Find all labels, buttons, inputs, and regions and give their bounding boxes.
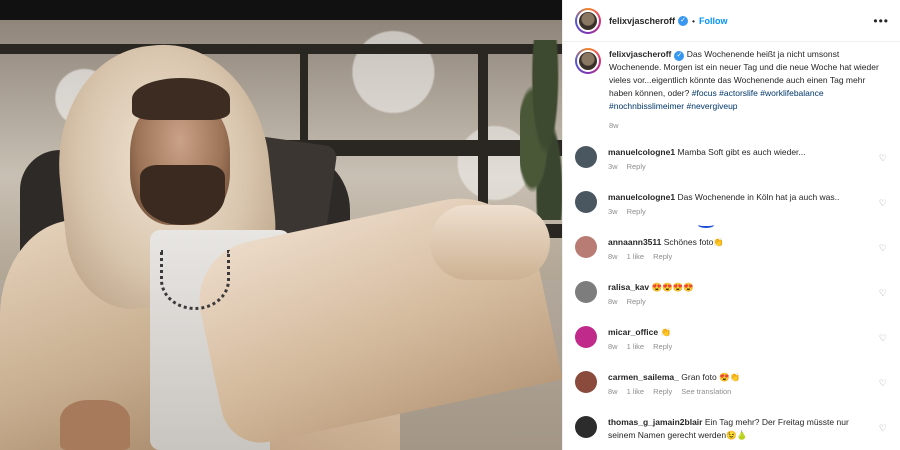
see-translation-button[interactable]: See translation bbox=[681, 387, 731, 396]
commenter-avatar[interactable] bbox=[575, 281, 597, 303]
post-header: felixvjascheroff ✓ • Follow ••• bbox=[563, 0, 900, 42]
hand-with-bracelet bbox=[60, 400, 130, 450]
like-heart-icon[interactable]: ♡ bbox=[879, 333, 887, 344]
like-heart-icon[interactable]: ♡ bbox=[879, 423, 887, 434]
comment-item: thomas_g_jamain2blair Ein Tag mehr? Der … bbox=[575, 416, 893, 442]
comment-age: 8w bbox=[608, 387, 618, 396]
commenter-username[interactable]: carmen_sailema_ bbox=[608, 372, 679, 382]
reply-button[interactable]: Reply bbox=[653, 342, 672, 351]
comment-item: ralisa_kav 😍😍😍😍 8w Reply ♡ bbox=[575, 281, 893, 306]
hashtag-link[interactable]: #worklifebalance bbox=[760, 88, 823, 98]
comment-text: Gran foto 😍👏 bbox=[681, 372, 741, 382]
comment-text: 👏 bbox=[660, 327, 672, 337]
caption-age: 8w bbox=[609, 121, 619, 130]
commenter-username[interactable]: manuelcologne1 bbox=[608, 192, 675, 202]
author-avatar[interactable] bbox=[575, 7, 601, 34]
post-side-panel: felixvjascheroff ✓ • Follow ••• felixvja… bbox=[562, 0, 900, 450]
reply-button[interactable]: Reply bbox=[627, 207, 646, 216]
reply-button[interactable]: Reply bbox=[653, 387, 672, 396]
author-username[interactable]: felixvjascheroff bbox=[609, 16, 675, 26]
caption-avatar[interactable] bbox=[575, 48, 601, 74]
hair bbox=[132, 78, 230, 120]
comment-age: 3w bbox=[608, 207, 618, 216]
necklace-chain bbox=[160, 250, 230, 310]
commenter-avatar[interactable] bbox=[575, 371, 597, 393]
follow-button[interactable]: Follow bbox=[699, 16, 728, 26]
like-heart-icon[interactable]: ♡ bbox=[879, 378, 887, 389]
comment-item: micar_office 👏 8w 1 like Reply ♡ bbox=[575, 326, 893, 351]
verified-badge-icon: ✓ bbox=[678, 15, 689, 26]
comment-text: 😍😍😍😍 bbox=[651, 282, 694, 292]
resting-arm bbox=[430, 205, 550, 280]
comment-age: 8w bbox=[608, 297, 618, 306]
like-heart-icon[interactable]: ♡ bbox=[879, 153, 887, 164]
comment-age: 3w bbox=[608, 162, 618, 171]
comment-item: carmen_sailema_ Gran foto 😍👏 8w 1 like Rep… bbox=[575, 371, 893, 396]
verified-badge-icon: ✓ bbox=[674, 51, 685, 61]
comment-likes[interactable]: 1 like bbox=[627, 342, 645, 351]
hashtag-link[interactable]: #focus bbox=[692, 88, 717, 98]
cursor-annotation-mark bbox=[698, 222, 714, 228]
comment-item: annaann3511 Schönes foto👏 8w 1 like Reply … bbox=[575, 236, 893, 261]
commenter-avatar[interactable] bbox=[575, 416, 597, 438]
hashtag-link[interactable]: #actorslife bbox=[719, 88, 758, 98]
reply-button[interactable]: Reply bbox=[627, 162, 646, 171]
comment-age: 8w bbox=[608, 252, 618, 261]
comment-age: 8w bbox=[608, 342, 618, 351]
comment-likes[interactable]: 1 like bbox=[627, 387, 645, 396]
more-options-icon[interactable]: ••• bbox=[873, 14, 889, 28]
commenter-avatar[interactable] bbox=[575, 236, 597, 258]
hashtag-link[interactable]: #nochnbisslimeimer bbox=[609, 101, 684, 111]
comment-likes[interactable]: 1 like bbox=[627, 252, 645, 261]
caption-username[interactable]: felixvjascheroff bbox=[609, 49, 671, 59]
commenter-avatar[interactable] bbox=[575, 326, 597, 348]
commenter-username[interactable]: annaann3511 bbox=[608, 237, 661, 247]
hashtag-link[interactable]: #nevergiveup bbox=[687, 101, 738, 111]
comment-text: Schönes foto👏 bbox=[663, 237, 724, 247]
comment-item: manuelcologne1 Das Wochenende in Köln ha… bbox=[575, 191, 893, 216]
like-heart-icon[interactable]: ♡ bbox=[879, 243, 887, 254]
commenter-avatar[interactable] bbox=[575, 146, 597, 168]
beard bbox=[140, 165, 225, 225]
post-caption: felixvjascheroff ✓ Das Wochenende heißt j… bbox=[575, 48, 893, 132]
photo-top-bar bbox=[0, 0, 562, 20]
comment-text: Das Wochenende in Köln hat ja auch was.. bbox=[677, 192, 840, 202]
comment-text: Mamba Soft gibt es auch wieder... bbox=[677, 147, 806, 157]
reply-button[interactable]: Reply bbox=[653, 252, 672, 261]
commenter-avatar[interactable] bbox=[575, 191, 597, 213]
balcony-post bbox=[300, 44, 308, 154]
reply-button[interactable]: Reply bbox=[627, 297, 646, 306]
commenter-username[interactable]: micar_office bbox=[608, 327, 658, 337]
plant-leaves bbox=[520, 40, 562, 220]
comment-item: manuelcologne1 Mamba Soft gibt es auch w… bbox=[575, 146, 893, 171]
like-heart-icon[interactable]: ♡ bbox=[879, 198, 887, 209]
like-heart-icon[interactable]: ♡ bbox=[879, 288, 887, 299]
header-separator: • bbox=[692, 15, 696, 26]
commenter-username[interactable]: manuelcologne1 bbox=[608, 147, 675, 157]
post-photo[interactable] bbox=[0, 0, 562, 450]
commenter-username[interactable]: thomas_g_jamain2blair bbox=[608, 417, 702, 427]
commenter-username[interactable]: ralisa_kav bbox=[608, 282, 649, 292]
caption-text: felixvjascheroff ✓ Das Wochenende heißt j… bbox=[609, 48, 889, 132]
